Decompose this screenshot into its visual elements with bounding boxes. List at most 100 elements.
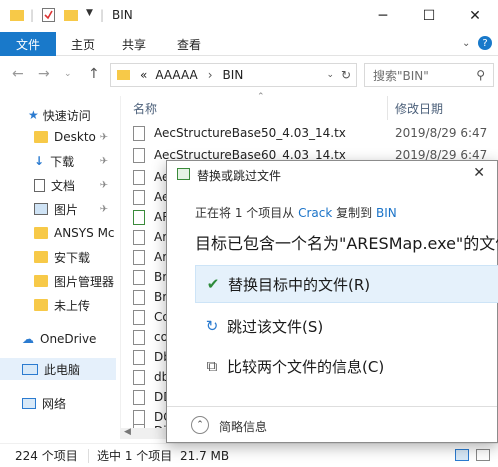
sort-chevron-icon: ⌃ (257, 92, 265, 102)
pin-icon: ✈ (99, 131, 108, 143)
tab-file[interactable]: 文件 (0, 32, 56, 56)
dialog-footer: ⌃ 简略信息 (167, 406, 497, 443)
back-arrow-icon[interactable]: ← (12, 66, 24, 82)
file-icon (133, 329, 145, 345)
details-view-icon[interactable] (455, 449, 469, 461)
dialog-headline: 目标已包含一个名为"ARESMap.exe"的文件 (195, 234, 498, 253)
option-label: 替换目标中的文件(R) (228, 275, 371, 294)
source-link[interactable]: Crack (298, 206, 332, 220)
help-icon[interactable]: ? (478, 36, 492, 50)
recent-dropdown-icon[interactable]: ⌄ (64, 69, 72, 79)
checkmark-icon: ✔ (206, 275, 220, 293)
file-icon (133, 169, 145, 185)
sidebar-item-label: Deskto (54, 130, 96, 144)
maximize-button[interactable]: ☐ (406, 0, 452, 32)
properties-icon[interactable] (42, 8, 55, 22)
sidebar-item-quick-access[interactable]: ★ 快速访问 (0, 104, 116, 126)
column-divider[interactable] (387, 96, 388, 120)
navigation-pane: ★ 快速访问 Deskto ✈ ↓ 下载 ✈ 文档 ✈ 图片 ✈ ANSYS M… (0, 96, 116, 439)
column-header-date[interactable]: 修改日期 (395, 100, 443, 117)
fewer-details-link[interactable]: 简略信息 (219, 418, 267, 435)
chevron-down-icon[interactable]: ⌄ (326, 70, 334, 80)
sidebar-item-label: OneDrive (40, 332, 97, 346)
separator: | (100, 8, 105, 22)
dialog-title: 替换或跳过文件 (197, 169, 282, 183)
search-placeholder: 搜索"BIN" (373, 68, 429, 83)
sidebar-item-label: 安下载 (54, 250, 91, 265)
title-bar: | ▼ | BIN ─ ☐ ✕ (0, 0, 498, 32)
item-count: 224 个项目 (15, 449, 78, 463)
search-icon: ⚲ (476, 68, 485, 82)
pin-icon: ✈ (99, 179, 108, 191)
column-header-name[interactable]: 名称 (133, 100, 157, 117)
breadcrumb-segment[interactable]: AAAAA (155, 68, 197, 82)
large-icons-view-icon[interactable] (476, 449, 490, 461)
sidebar-item-not-uploaded[interactable]: 未上传 (0, 294, 116, 316)
folder-icon (34, 251, 48, 263)
copy-info-mid: 复制到 (336, 206, 373, 220)
compare-icon: ⧉ (206, 357, 218, 375)
quick-access-dropdown-icon[interactable]: ▼ (86, 8, 93, 18)
option-label: 跳过该文件(S) (227, 317, 324, 336)
search-input[interactable]: 搜索"BIN" ⚲ (364, 63, 494, 87)
address-bar[interactable]: « AAAAA › BIN ⌄ ↻ (110, 63, 357, 87)
sidebar-item-label: 图片管理器 (54, 274, 115, 289)
chevron-down-icon[interactable]: ⌄ (462, 38, 470, 49)
file-icon (133, 229, 145, 245)
table-row[interactable]: AecStructureBase50_4.03_14.tx 2019/8/29 … (121, 122, 498, 144)
sidebar-item-downloads[interactable]: ↓ 下载 ✈ (0, 150, 116, 172)
file-icon (133, 289, 145, 305)
sidebar-item-this-pc[interactable]: 此电脑 (0, 358, 116, 380)
skip-icon: ↻ (205, 317, 219, 335)
file-date: 2019/8/29 6:47 (395, 126, 488, 140)
scroll-left-icon[interactable]: ◀ (124, 427, 131, 437)
sidebar-item-network[interactable]: 网络 (0, 392, 116, 414)
refresh-icon[interactable]: ↻ (341, 68, 351, 82)
window-title: BIN (112, 8, 133, 22)
replace-option[interactable]: ✔ 替换目标中的文件(R) (195, 265, 498, 303)
collapse-chevron-icon[interactable]: ⌃ (191, 416, 209, 434)
file-icon (133, 349, 145, 365)
sidebar-item-image-manager[interactable]: 图片管理器 (0, 270, 116, 292)
tab-home[interactable]: 主页 (71, 32, 95, 56)
cloud-icon: ☁ (22, 332, 34, 346)
sidebar-item-label: 下载 (50, 154, 75, 169)
minimize-button[interactable]: ─ (360, 0, 406, 32)
breadcrumb-chevron-icon: › (207, 68, 213, 82)
network-icon (22, 397, 36, 409)
sidebar-item-documents[interactable]: 文档 ✈ (0, 174, 116, 196)
status-divider (88, 448, 89, 463)
dialog-close-button[interactable]: ✕ (473, 165, 485, 181)
sidebar-item-onedrive[interactable]: ☁ OneDrive (0, 328, 116, 350)
close-button[interactable]: ✕ (452, 0, 498, 32)
file-icon (133, 147, 145, 163)
sidebar-item-label: 图片 (54, 202, 79, 217)
star-icon: ★ (28, 108, 39, 122)
folder-icon (34, 227, 48, 239)
skip-option[interactable]: ↻ 跳过该文件(S) (195, 307, 498, 345)
sidebar-item-anxz[interactable]: 安下载 (0, 246, 116, 268)
exe-file-icon (133, 209, 145, 225)
status-bar: 224 个项目 选中 1 个项目 21.7 MB (0, 443, 498, 467)
breadcrumb-segment[interactable]: BIN (223, 68, 244, 82)
document-icon (34, 178, 45, 192)
tab-share[interactable]: 共享 (122, 32, 146, 56)
destination-link[interactable]: BIN (376, 206, 397, 220)
pin-icon: ✈ (99, 203, 108, 215)
copy-info: 正在将 1 个项目从 Crack 复制到 BIN (195, 204, 397, 221)
file-icon (133, 125, 145, 141)
tab-view[interactable]: 查看 (177, 32, 201, 56)
new-folder-icon[interactable] (64, 10, 78, 21)
sidebar-item-desktop[interactable]: Deskto ✈ (0, 126, 116, 148)
sidebar-item-ansys[interactable]: ANSYS Mc (0, 222, 116, 244)
up-arrow-icon[interactable]: ↑ (88, 66, 100, 82)
forward-arrow-icon[interactable]: → (38, 66, 50, 82)
folder-icon (117, 70, 130, 80)
path-overflow[interactable]: « (140, 68, 147, 82)
copy-icon (177, 168, 190, 180)
compare-option[interactable]: ⧉ 比较两个文件的信息(C) (195, 347, 498, 385)
file-name: AecStructureBase50_4.03_14.tx (154, 126, 346, 140)
file-icon (133, 369, 145, 385)
sidebar-item-pictures[interactable]: 图片 ✈ (0, 198, 116, 220)
ribbon: 文件 主页 共享 查看 ⌄ ? (0, 32, 498, 56)
